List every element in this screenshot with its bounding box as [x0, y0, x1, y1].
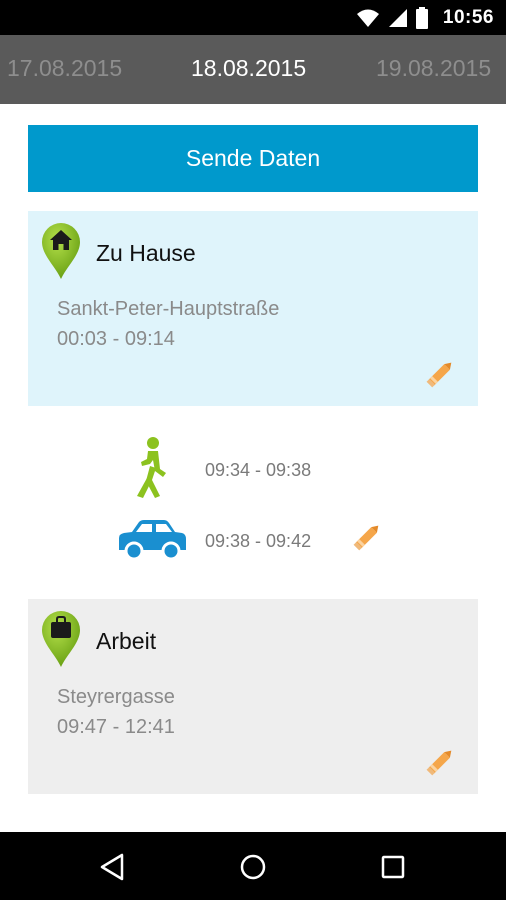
battery-icon: [416, 7, 428, 29]
pencil-edit-icon[interactable]: [423, 745, 457, 779]
walk-time: 09:34 - 09:38: [205, 460, 312, 480]
status-time: 10:56: [442, 7, 494, 28]
walk-icon: [137, 437, 166, 498]
place-street: Sankt-Peter-Hauptstraße: [57, 298, 280, 320]
home-icon[interactable]: [236, 850, 270, 884]
status-bar: 10:56: [0, 0, 506, 35]
place-street: Steyrergasse: [57, 686, 175, 708]
home-pin-icon: [42, 223, 80, 279]
pencil-edit-icon[interactable]: [350, 520, 384, 554]
date-current: 18.08.2015: [191, 55, 307, 81]
date-prev[interactable]: 17.08.2015: [7, 55, 122, 82]
send-data-button[interactable]: Sende Daten: [28, 125, 478, 192]
system-nav-bar: [0, 832, 506, 900]
pencil-edit-icon[interactable]: [423, 357, 457, 391]
place-card-home[interactable]: Zu Hause Sankt-Peter-Hauptstraße 00:03 -…: [28, 211, 478, 406]
place-time: 00:03 - 09:14: [57, 328, 175, 350]
wifi-icon: [357, 9, 379, 27]
place-time: 09:47 - 12:41: [57, 716, 175, 738]
back-icon[interactable]: [95, 850, 129, 884]
status-icons: [356, 6, 428, 30]
place-title: Zu Hause: [96, 240, 196, 266]
date-next[interactable]: 19.08.2015: [376, 55, 491, 82]
signal-icon: [389, 9, 407, 27]
recents-icon[interactable]: [376, 850, 410, 884]
car-time: 09:38 - 09:42: [205, 531, 312, 551]
car-icon: [119, 520, 186, 560]
place-card-work[interactable]: Arbeit Steyrergasse 09:47 - 12:41: [28, 599, 478, 794]
work-pin-icon: [42, 611, 80, 667]
date-nav-bar: 17.08.2015 18.08.2015 19.08.2015: [0, 35, 506, 104]
place-title: Arbeit: [96, 628, 157, 654]
